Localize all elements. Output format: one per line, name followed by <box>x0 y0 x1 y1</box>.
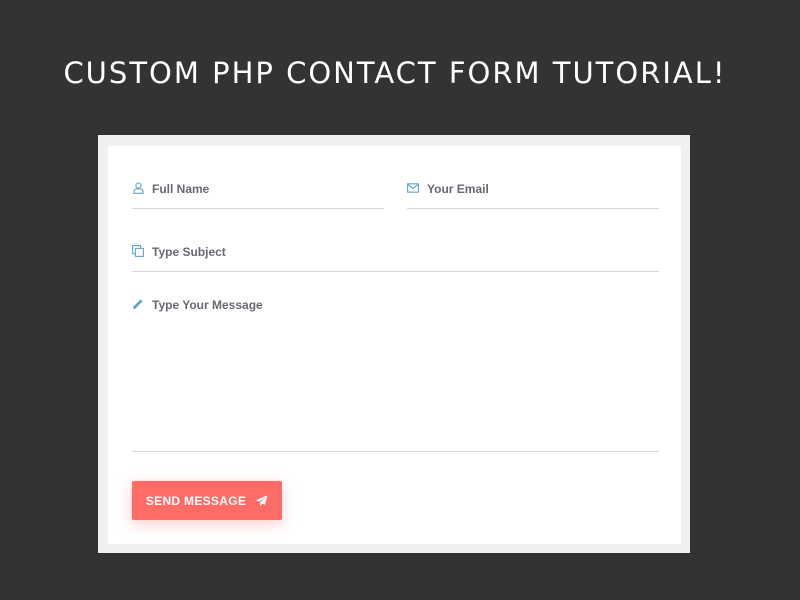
full-name-placeholder: Full Name <box>152 182 210 196</box>
message-field[interactable]: Type Your Message <box>132 298 659 452</box>
envelope-icon <box>407 182 419 194</box>
contact-form: Full Name Your Email Type Subject Type Y… <box>108 146 681 544</box>
email-placeholder: Your Email <box>427 182 489 196</box>
message-placeholder: Type Your Message <box>152 298 263 312</box>
send-message-label: SEND MESSAGE <box>145 493 247 508</box>
pencil-icon <box>132 298 144 310</box>
email-field[interactable]: Your Email <box>407 182 659 209</box>
subject-placeholder: Type Subject <box>152 245 226 259</box>
subject-field[interactable]: Type Subject <box>132 245 659 272</box>
page-title: CUSTOM PHP CONTACT FORM TUTORIAL! <box>63 56 727 90</box>
copy-icon <box>132 245 144 257</box>
user-icon <box>132 182 144 194</box>
send-message-button[interactable]: SEND MESSAGE <box>132 481 282 520</box>
full-name-field[interactable]: Full Name <box>132 182 384 209</box>
paper-plane-icon <box>255 494 268 507</box>
form-card-frame: Full Name Your Email Type Subject Type Y… <box>98 135 690 553</box>
